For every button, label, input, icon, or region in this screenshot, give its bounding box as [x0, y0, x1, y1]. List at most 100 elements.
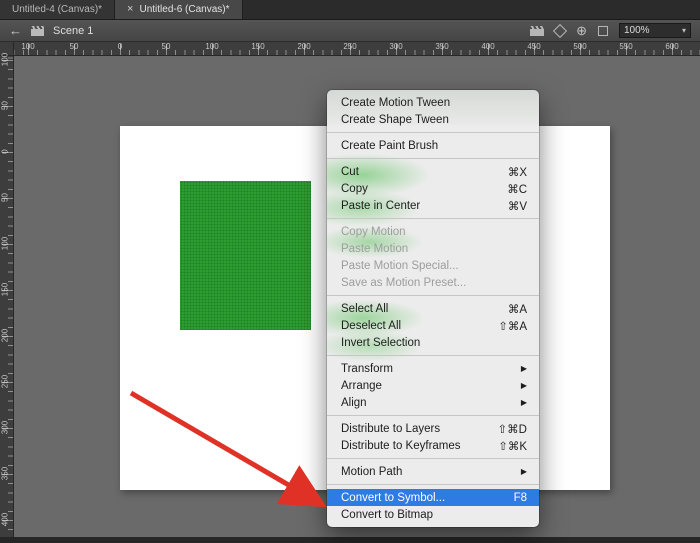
menu-item-align[interactable]: Align ▶	[327, 394, 539, 411]
menu-separator	[327, 132, 539, 133]
ruler-label-h: 50	[162, 42, 171, 51]
menu-separator	[327, 355, 539, 356]
ruler-label-v: 50	[1, 97, 10, 115]
scene-breadcrumb: Scene 1	[53, 25, 93, 37]
ruler-label-v: 50	[1, 189, 10, 207]
submenu-arrow-icon: ▶	[521, 381, 527, 390]
menu-separator	[327, 415, 539, 416]
ruler-label-h: 0	[118, 42, 122, 51]
menu-item-paste-motion-special: Paste Motion Special...	[327, 257, 539, 274]
zoom-dropdown[interactable]: 100% ▾	[619, 23, 691, 38]
menu-item-label: Create Shape Tween	[341, 114, 527, 126]
menu-item-cut[interactable]: Cut ⌘X	[327, 163, 539, 180]
edit-scene-icon[interactable]	[530, 26, 544, 36]
ruler-label-h: 250	[343, 42, 356, 51]
ruler-label-h: 550	[619, 42, 632, 51]
options-box-icon[interactable]	[598, 26, 608, 36]
menu-item-shortcut: ⌘X	[508, 165, 527, 179]
menu-item-distribute-to-keyframes[interactable]: Distribute to Keyframes ⇧⌘K	[327, 437, 539, 454]
ruler-label-h: 150	[251, 42, 264, 51]
ruler-label-h: 350	[435, 42, 448, 51]
menu-item-label: Copy	[341, 183, 495, 195]
menu-item-label: Distribute to Layers	[341, 423, 486, 435]
ruler-label-v: 150	[1, 281, 10, 299]
edit-symbols-icon[interactable]	[553, 23, 567, 37]
ruler-horizontal[interactable]: 1005005010015020025030035040045050055060…	[14, 42, 700, 56]
ruler-label-v: 400	[1, 511, 10, 529]
submenu-arrow-icon: ▶	[521, 364, 527, 373]
menu-item-label: Paste Motion Special...	[341, 260, 527, 272]
center-frame-crosshair-icon[interactable]: ⊕	[576, 24, 587, 37]
menu-item-convert-to-bitmap[interactable]: Convert to Bitmap	[327, 506, 539, 523]
menu-item-select-all[interactable]: Select All⌘A	[327, 300, 539, 317]
menu-item-shortcut: ⌘A	[508, 302, 527, 316]
menu-item-label: Convert to Symbol...	[341, 492, 502, 504]
menu-item-create-paint-brush[interactable]: Create Paint Brush	[327, 137, 539, 154]
ruler-label-v: 300	[1, 419, 10, 437]
edit-bar: ← Scene 1 ⊕ 100% ▾	[0, 20, 700, 42]
menu-item-shortcut: ⌘C	[507, 182, 527, 196]
menu-item-label: Align	[341, 397, 509, 409]
menu-item-convert-to-symbol[interactable]: Convert to Symbol... F8	[327, 489, 539, 506]
menu-item-paste-in-center[interactable]: Paste in Center ⌘V	[327, 197, 539, 214]
menu-item-copy-motion: Copy Motion	[327, 223, 539, 240]
menu-item-label: Arrange	[341, 380, 509, 392]
menu-item-shortcut: ⌘V	[508, 199, 527, 213]
menu-item-label: Create Motion Tween	[341, 97, 527, 109]
menu-item-label: Invert Selection	[341, 337, 527, 349]
menu-item-paste-motion: Paste Motion	[327, 240, 539, 257]
zoom-value: 100%	[624, 25, 650, 36]
menu-item-arrange[interactable]: Arrange ▶	[327, 377, 539, 394]
menu-separator	[327, 158, 539, 159]
menu-item-label: Distribute to Keyframes	[341, 440, 486, 452]
ruler-label-h: 300	[389, 42, 402, 51]
menu-separator	[327, 458, 539, 459]
tab-untitled-6[interactable]: × Untitled-6 (Canvas)*	[115, 0, 242, 19]
tab-bar: Untitled-4 (Canvas)* × Untitled-6 (Canva…	[0, 0, 700, 20]
ruler-label-h: 400	[481, 42, 494, 51]
menu-item-shortcut: ⇧⌘D	[498, 422, 527, 436]
submenu-arrow-icon: ▶	[521, 467, 527, 476]
ruler-label-v: 350	[1, 465, 10, 483]
menu-item-transform[interactable]: Transform ▶	[327, 360, 539, 377]
edit-bar-right-controls: ⊕ 100% ▾	[530, 23, 691, 38]
close-icon[interactable]: ×	[127, 4, 133, 15]
context-menu: Create Motion Tween Create Shape Tween Cre…	[327, 90, 539, 527]
ruler-label-h: 100	[21, 42, 34, 51]
menu-item-shortcut: F8	[514, 492, 527, 504]
menu-item-label: Transform	[341, 363, 509, 375]
submenu-arrow-icon: ▶	[521, 398, 527, 407]
ruler-label-h: 600	[665, 42, 678, 51]
menu-item-invert-selection[interactable]: Invert Selection	[327, 334, 539, 351]
menu-separator	[327, 295, 539, 296]
menu-item-motion-path[interactable]: Motion Path ▶	[327, 463, 539, 480]
tab-label: Untitled-4 (Canvas)*	[12, 4, 102, 15]
ruler-label-v: 200	[1, 327, 10, 345]
menu-item-create-motion-tween[interactable]: Create Motion Tween	[327, 94, 539, 111]
ruler-label-h: 50	[70, 42, 79, 51]
menu-item-deselect-all[interactable]: Deselect All⇧⌘A	[327, 317, 539, 334]
menu-item-label: Paste Motion	[341, 243, 527, 255]
menu-item-distribute-to-layers[interactable]: Distribute to Layers ⇧⌘D	[327, 420, 539, 437]
ruler-vertical[interactable]: 10050050100150200250300350400	[0, 56, 14, 537]
menu-item-label: Motion Path	[341, 466, 509, 478]
back-arrow-icon[interactable]: ←	[9, 24, 22, 37]
ruler-label-h: 200	[297, 42, 310, 51]
ruler-label-h: 500	[573, 42, 586, 51]
ruler-label-v: 100	[1, 51, 10, 69]
menu-item-create-shape-tween[interactable]: Create Shape Tween	[327, 111, 539, 128]
selected-green-rectangle[interactable]	[180, 181, 311, 330]
ruler-label-v: 0	[1, 143, 10, 161]
menu-item-shortcut: ⇧⌘A	[498, 319, 527, 333]
menu-item-save-as-motion-preset: Save as Motion Preset...	[327, 274, 539, 291]
tab-untitled-4[interactable]: Untitled-4 (Canvas)*	[0, 0, 115, 19]
ruler-label-v: 100	[1, 235, 10, 253]
menu-item-copy[interactable]: Copy ⌘C	[327, 180, 539, 197]
menu-item-label: Paste in Center	[341, 200, 496, 212]
menu-separator	[327, 218, 539, 219]
tab-label: Untitled-6 (Canvas)*	[139, 4, 229, 15]
menu-item-label: Save as Motion Preset...	[341, 277, 527, 289]
menu-item-label: Create Paint Brush	[341, 140, 527, 152]
menu-item-label: Cut	[341, 166, 496, 178]
menu-item-shortcut: ⇧⌘K	[498, 439, 527, 453]
